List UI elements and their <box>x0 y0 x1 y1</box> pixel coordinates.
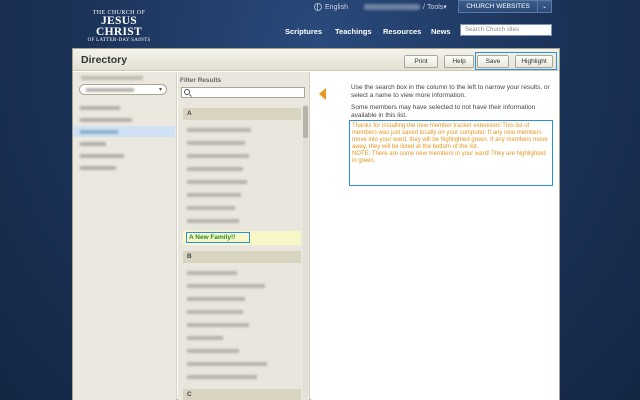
member-name-redacted <box>187 297 245 301</box>
sidebar-item-label-redacted <box>80 118 132 122</box>
filter-search-input[interactable] <box>181 87 305 98</box>
list-item[interactable] <box>183 124 301 136</box>
list-item[interactable] <box>183 345 301 357</box>
member-name-redacted <box>187 141 245 145</box>
member-name-redacted <box>187 310 243 314</box>
detail-column: Use the search box in the column to the … <box>311 72 559 400</box>
member-name-redacted <box>187 271 237 275</box>
sidebar-item[interactable] <box>73 138 175 149</box>
member-name-redacted <box>187 154 249 158</box>
sidebar-item-label-redacted <box>80 166 116 170</box>
sidebar-item[interactable] <box>73 162 175 173</box>
list-item[interactable] <box>183 319 301 331</box>
member-name-redacted <box>187 219 239 223</box>
list-item[interactable] <box>183 202 301 214</box>
list-item[interactable] <box>183 215 301 227</box>
new-family-label: A New Family!! <box>186 232 250 243</box>
list-item[interactable] <box>183 189 301 201</box>
sidebar-item-label-redacted <box>80 106 120 110</box>
unit-label-redacted <box>81 76 143 80</box>
sidebar-item[interactable] <box>73 114 175 125</box>
notice-text: Thanks for installing the new member tra… <box>352 123 548 150</box>
list-item[interactable] <box>183 163 301 175</box>
member-name-redacted <box>187 193 241 197</box>
list-item[interactable] <box>183 358 301 370</box>
account-menu[interactable]: / Tools ▾ <box>364 1 447 13</box>
list-scrollbar-thumb[interactable] <box>303 106 308 138</box>
logo-line2: JESUS CHRIST <box>96 15 142 38</box>
print-button[interactable]: Print <box>404 55 438 68</box>
member-name-redacted <box>187 206 235 210</box>
unit-select-value-redacted <box>86 88 134 92</box>
sidebar-item-active[interactable] <box>73 126 175 137</box>
member-list-column: Filter Results A A New Family!! B C <box>178 72 310 400</box>
member-name-redacted <box>187 349 239 353</box>
sidebar-item-label-redacted <box>80 142 106 146</box>
list-item[interactable] <box>183 176 301 188</box>
member-name-redacted <box>187 284 265 288</box>
extension-notice: Thanks for installing the new member tra… <box>349 120 553 186</box>
language-label: English <box>325 3 348 11</box>
arrow-left-icon <box>319 88 326 100</box>
list-item[interactable] <box>183 267 301 279</box>
list-item[interactable] <box>183 306 301 318</box>
member-name-redacted <box>187 375 257 379</box>
separator: / <box>423 3 425 11</box>
chevron-down-icon: ⌄ <box>537 1 551 12</box>
list-item[interactable] <box>183 293 301 305</box>
member-name-redacted <box>187 323 249 327</box>
search-icon <box>184 89 190 95</box>
member-name-redacted <box>187 167 243 171</box>
sidebar-item-label-redacted <box>80 154 124 158</box>
member-name-redacted <box>187 180 247 184</box>
page-title: Directory <box>81 54 128 66</box>
church-logo[interactable]: The Church of JESUS CHRIST of Latter-day… <box>82 10 156 43</box>
chevron-down-icon: ▾ <box>158 87 162 93</box>
site-search-input[interactable]: Search Church sites <box>460 24 552 36</box>
buttons-highlight-outline <box>475 52 557 70</box>
filter-results-label: Filter Results <box>180 77 222 84</box>
nav-teachings[interactable]: Teachings <box>335 27 372 36</box>
chevron-down-icon: ▾ <box>443 4 447 11</box>
sidebar-item[interactable] <box>73 150 175 161</box>
church-websites-label: CHURCH WEBSITES <box>466 3 530 10</box>
globe-icon <box>314 3 322 11</box>
new-family-list-item[interactable]: A New Family!! <box>183 231 301 245</box>
list-item[interactable] <box>183 150 301 162</box>
nav-scriptures[interactable]: Scriptures <box>285 27 322 36</box>
member-name-redacted <box>187 336 223 340</box>
sidebar-item-label-redacted <box>80 130 118 134</box>
help-button[interactable]: Help <box>444 55 474 68</box>
church-websites-button[interactable]: CHURCH WEBSITES ⌄ <box>458 0 552 13</box>
list-item[interactable] <box>183 371 301 383</box>
privacy-note-text: Some members may have selected to not ha… <box>351 104 536 119</box>
member-list: A A New Family!! B C <box>181 104 303 400</box>
list-item[interactable] <box>183 280 301 292</box>
tools-label: Tools <box>426 3 444 11</box>
nav-news[interactable]: News <box>431 27 451 36</box>
section-header-c: C <box>183 389 301 400</box>
nav-resources[interactable]: Resources <box>383 27 421 36</box>
member-name-redacted <box>187 128 251 132</box>
sidebar-item[interactable] <box>73 102 175 113</box>
unit-select[interactable]: ▾ <box>79 84 167 95</box>
list-item[interactable] <box>183 332 301 344</box>
list-scrollbar[interactable] <box>303 104 308 398</box>
list-item[interactable] <box>183 137 301 149</box>
left-navigation: ▾ <box>73 72 177 400</box>
section-header-a: A <box>183 108 301 120</box>
account-name-redacted <box>364 4 420 10</box>
directory-panel: Directory Print Help Save Highlight ▾ Fi… <box>72 48 560 400</box>
title-bar: Directory Print Help Save Highlight <box>73 49 559 71</box>
notice-note-text: NOTE: There are some new members in your… <box>352 151 546 164</box>
section-header-b: B <box>183 251 301 263</box>
member-name-redacted <box>187 362 267 366</box>
logo-line3: of Latter-day Saints <box>87 38 151 43</box>
instructions-text: Use the search box in the column to the … <box>351 84 550 99</box>
language-link[interactable]: English <box>314 1 348 13</box>
